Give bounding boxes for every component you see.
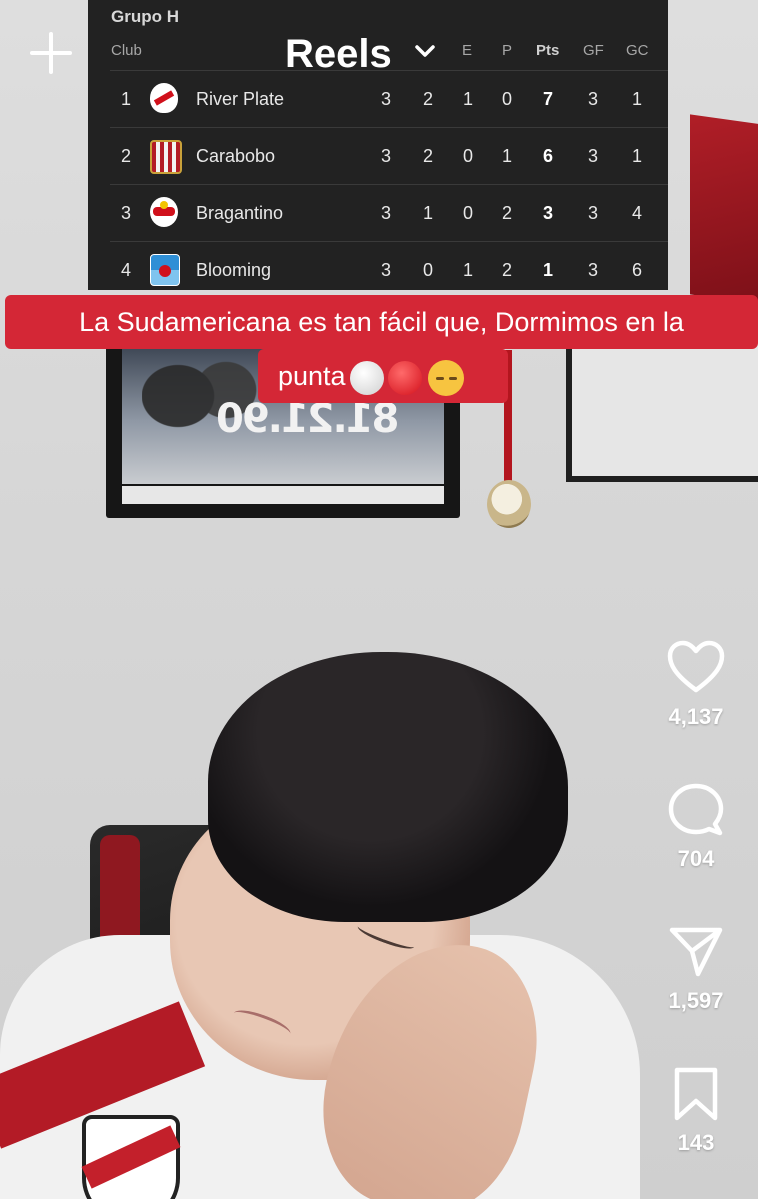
medal	[487, 480, 531, 528]
drawn: 1	[462, 260, 473, 280]
caption-text: punta	[278, 361, 346, 391]
create-button[interactable]	[28, 30, 74, 76]
comment-button[interactable]: 704	[656, 782, 736, 872]
white-circle-icon	[349, 360, 384, 395]
caption-line-2: punta	[258, 349, 508, 403]
carabobo-crest-icon	[150, 140, 182, 174]
points: 1	[542, 260, 553, 280]
goals-against: 6	[631, 260, 642, 280]
drawn: 0	[462, 146, 473, 166]
played: 3	[380, 89, 391, 109]
team-name: Bragantino	[196, 203, 284, 223]
background-red-object	[690, 114, 758, 306]
team-name: Carabobo	[196, 146, 276, 166]
send-icon	[669, 927, 723, 977]
like-count: 4,137	[668, 704, 724, 729]
goals-against: 4	[631, 203, 642, 223]
bookmark-icon	[674, 1067, 718, 1121]
comment-icon	[668, 783, 724, 836]
position: 1	[120, 89, 131, 109]
goals-for: 3	[587, 146, 598, 166]
points: 3	[542, 203, 553, 223]
sleeping-face-icon	[427, 359, 464, 396]
goals-against: 1	[631, 89, 642, 109]
goals-for: 3	[587, 260, 598, 280]
save-count: 143	[677, 1130, 715, 1155]
won: 0	[422, 260, 433, 280]
blooming-crest-icon	[150, 254, 180, 286]
position: 2	[120, 146, 131, 166]
played: 3	[380, 260, 391, 280]
played: 3	[380, 203, 391, 223]
header-gf: GF	[583, 42, 604, 59]
points: 6	[542, 146, 553, 166]
table-row: 2 Carabobo 3 2 0 1 6 3 1	[110, 127, 668, 184]
header-club: Club	[111, 42, 142, 59]
heart-icon	[667, 640, 725, 693]
red-circle-icon	[387, 360, 422, 395]
played: 3	[380, 146, 391, 166]
table-row: 1 River Plate 3 2 1 0 7 3 1	[110, 70, 668, 127]
share-count: 1,597	[668, 988, 724, 1013]
team-name: River Plate	[196, 89, 285, 109]
wall-frame	[566, 330, 758, 482]
person-hair	[208, 652, 568, 922]
table-row: 4 Blooming 3 0 1 2 1 3 6	[110, 241, 668, 298]
bragantino-crest-icon	[150, 197, 178, 227]
lost: 2	[501, 203, 512, 223]
goals-for: 3	[587, 203, 598, 223]
drawn: 1	[462, 89, 473, 109]
lost: 1	[501, 146, 512, 166]
header-e: E	[462, 42, 473, 59]
lost: 2	[501, 260, 512, 280]
header-gc: GC	[626, 42, 649, 59]
save-button[interactable]: 143	[656, 1066, 736, 1156]
lost: 0	[501, 89, 512, 109]
header-p: P	[502, 42, 513, 59]
caption-line-1: La Sudamericana es tan fácil que, Dormim…	[5, 295, 758, 349]
river-plate-crest-icon	[150, 83, 178, 113]
won: 2	[422, 146, 433, 166]
team-name: Blooming	[196, 260, 272, 280]
position: 3	[120, 203, 131, 223]
table-row: 3 Bragantino 3 1 0 2 3 3 4	[110, 184, 668, 241]
drawn: 0	[462, 203, 473, 223]
position: 4	[120, 260, 131, 280]
won: 1	[422, 203, 433, 223]
header-pts: Pts	[536, 42, 560, 59]
group-title: Grupo H	[111, 7, 179, 26]
chevron-down-icon[interactable]	[412, 38, 438, 64]
comment-count: 704	[677, 846, 715, 871]
goals-against: 1	[631, 146, 642, 166]
reels-title[interactable]: Reels	[285, 32, 392, 77]
goals-for: 3	[587, 89, 598, 109]
share-button[interactable]: 1,597	[656, 924, 736, 1014]
like-button[interactable]: 4,137	[656, 640, 736, 730]
points: 7	[542, 89, 553, 109]
won: 2	[422, 89, 433, 109]
